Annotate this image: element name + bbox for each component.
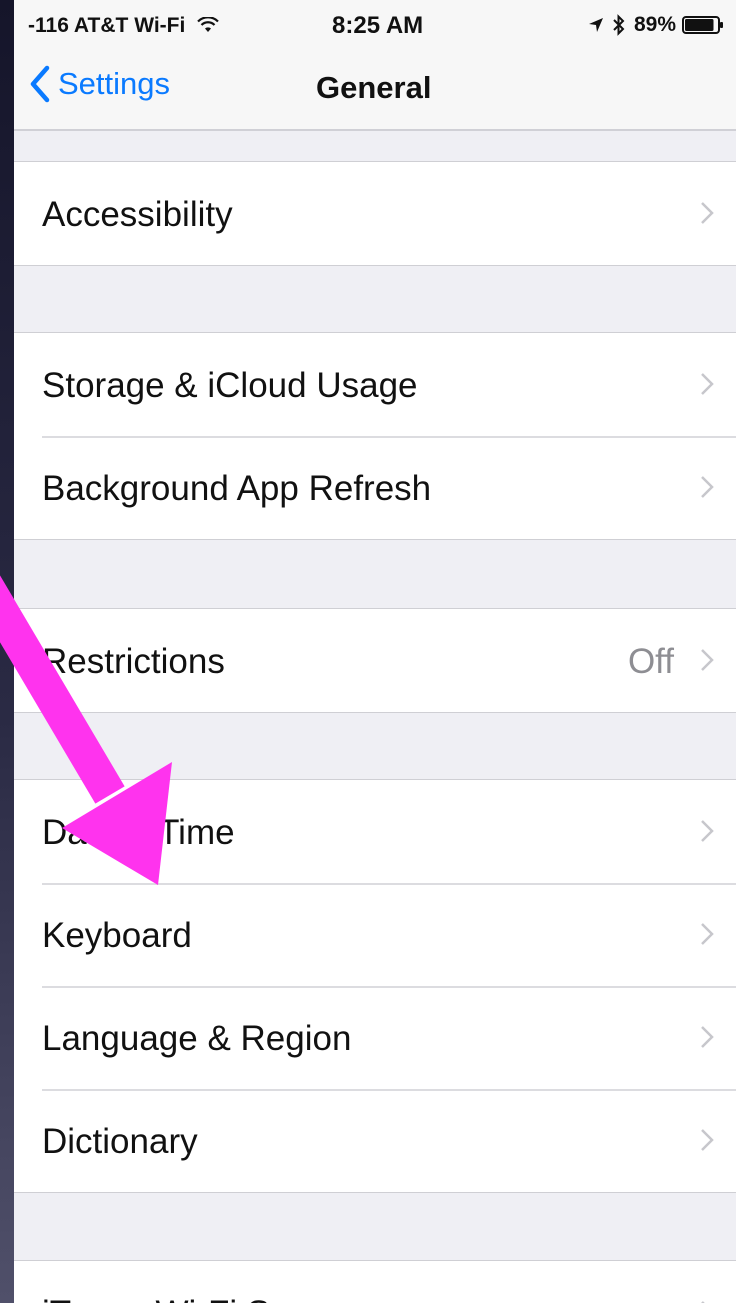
chevron-right-icon [701, 649, 714, 671]
settings-row-language-region[interactable]: Language & Region [14, 986, 736, 1089]
navigation-bar: Settings General [14, 48, 736, 131]
chevron-right-icon [701, 1129, 714, 1151]
battery-percent: 89% [633, 13, 676, 36]
settings-row-keyboard[interactable]: Keyboard [14, 883, 736, 986]
battery-fill [685, 19, 714, 31]
settings-row-date-time[interactable]: Date & Time [14, 780, 736, 883]
settings-row-itunes-wi-fi-sync[interactable]: iTunes Wi-Fi Sync [14, 1261, 736, 1303]
settings-group-5: iTunes Wi-Fi Sync [14, 1260, 736, 1303]
chevron-right-icon [701, 202, 714, 224]
settings-group-2: Storage & iCloud Usage Background App Ref… [14, 332, 736, 540]
chevron-right-icon [701, 923, 714, 945]
carrier-label: -116 AT&T Wi-Fi [28, 14, 186, 37]
settings-row-background-app-refresh[interactable]: Background App Refresh [14, 436, 736, 539]
settings-group-1: Accessibility [14, 161, 736, 266]
battery-icon [682, 16, 723, 34]
chevron-right-icon [701, 1026, 714, 1048]
settings-row-label: Date & Time [42, 813, 235, 852]
phone-frame: -116 AT&T Wi-Fi 8:25 AM 89% Settings Gen… [0, 0, 736, 1303]
settings-group-3: Restrictions Off [14, 608, 736, 713]
settings-row-label: Dictionary [42, 1122, 198, 1161]
settings-row-restrictions[interactable]: Restrictions Off [14, 609, 736, 712]
settings-row-label: Language & Region [42, 1019, 352, 1058]
settings-row-accessibility[interactable]: Accessibility [14, 162, 736, 265]
back-button[interactable]: Settings [28, 64, 170, 104]
wifi-icon [197, 16, 219, 32]
chevron-right-icon [701, 373, 714, 395]
back-button-label: Settings [58, 66, 171, 101]
settings-row-storage-icloud-usage[interactable]: Storage & iCloud Usage [14, 333, 736, 436]
settings-row-label: Restrictions [42, 642, 225, 681]
status-carrier-group: -116 AT&T Wi-Fi [28, 14, 219, 38]
chevron-right-icon [701, 476, 714, 498]
settings-row-label: Keyboard [42, 916, 192, 955]
page-title: General [316, 70, 432, 105]
status-time: 8:25 AM [332, 12, 424, 39]
settings-row-dictionary[interactable]: Dictionary [14, 1089, 736, 1192]
status-bar: -116 AT&T Wi-Fi 8:25 AM 89% [14, 0, 736, 48]
settings-screen: -116 AT&T Wi-Fi 8:25 AM 89% Settings Gen… [14, 0, 736, 1303]
settings-group-4: Date & Time Keyboard Language & Region Dict… [14, 779, 736, 1193]
chevron-left-icon [30, 65, 50, 103]
bluetooth-icon [613, 14, 625, 36]
settings-row-label: Accessibility [42, 195, 233, 234]
settings-row-label: iTunes Wi-Fi Sync [42, 1294, 325, 1303]
settings-row-label: Storage & iCloud Usage [42, 366, 418, 405]
settings-row-label: Background App Refresh [42, 469, 432, 508]
settings-row-value: Off [627, 642, 674, 681]
location-arrow-icon [588, 18, 603, 32]
chevron-right-icon [701, 820, 714, 842]
status-indicators: 89% [588, 13, 724, 37]
